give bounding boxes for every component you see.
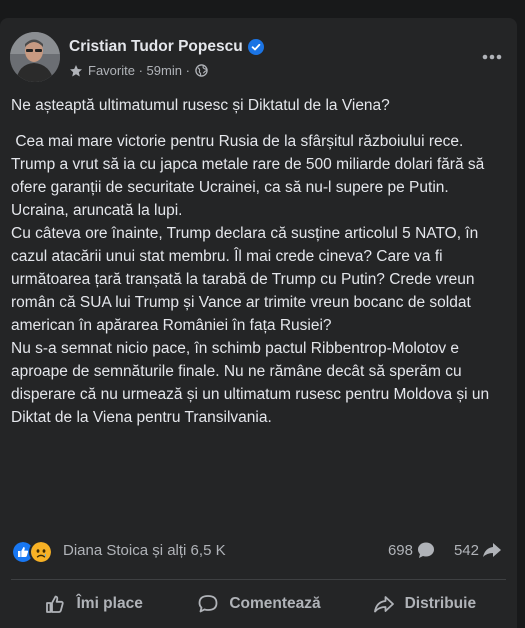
comment-button[interactable]: Comentează (176, 584, 341, 624)
like-button[interactable]: Îmi place (11, 584, 176, 624)
author-name[interactable]: Cristian Tudor Popescu (69, 38, 243, 56)
meta-separator: · (181, 63, 190, 78)
comment-count[interactable]: 698 (388, 542, 413, 559)
like-label: Îmi place (76, 595, 143, 612)
share-button[interactable]: Distribuie (342, 584, 507, 624)
comment-bubble-icon (417, 542, 434, 558)
post-actions: Îmi place Comentează Distribuie (11, 584, 507, 624)
post-card: Cristian Tudor Popescu Favorite · 59min … (0, 18, 517, 628)
post-text: Ne așteaptă ultimatumul rusesc și Diktat… (11, 94, 507, 429)
avatar-image (10, 32, 60, 82)
sad-reaction-icon (29, 540, 53, 564)
divider (11, 579, 506, 580)
post-paragraph-title: Ne așteaptă ultimatumul rusesc și Diktat… (11, 97, 390, 114)
post-paragraph: Cea mai mare victorie pentru Rusia de la… (11, 133, 489, 196)
meta-separator: · (134, 63, 147, 78)
comment-label: Comentează (229, 595, 321, 612)
share-icon (373, 596, 394, 613)
engagement-counts: 698 542 (388, 541, 502, 559)
verified-badge-icon (247, 39, 264, 55)
post-time[interactable]: 59min (147, 63, 182, 78)
comment-icon (198, 595, 218, 613)
share-count[interactable]: 542 (454, 542, 479, 559)
author-row: Cristian Tudor Popescu (69, 38, 264, 56)
post-paragraph: Nu s-a semnat nicio pace, în schimb pact… (11, 340, 490, 426)
star-icon (70, 64, 82, 76)
share-arrow-icon (483, 543, 501, 557)
post-paragraph: Ucraina, aruncată la lupi. (11, 202, 183, 219)
post-meta: Favorite · 59min · (69, 63, 208, 78)
post-paragraph: Cu câteva ore înainte, Trump declara că … (11, 225, 479, 334)
reaction-icons[interactable] (11, 540, 53, 564)
post-header: Cristian Tudor Popescu Favorite · 59min … (10, 32, 510, 88)
author-avatar[interactable] (10, 32, 60, 82)
globe-icon (195, 64, 208, 77)
thumbs-up-icon (46, 595, 65, 613)
share-label: Distribuie (404, 595, 477, 612)
reactions-bar: Diana Stoica și alți 6,5 K 698 542 (11, 540, 507, 564)
audience-label[interactable]: Favorite (88, 63, 135, 78)
more-options-icon[interactable] (478, 46, 506, 68)
reaction-summary[interactable]: Diana Stoica și alți 6,5 K (63, 542, 226, 559)
